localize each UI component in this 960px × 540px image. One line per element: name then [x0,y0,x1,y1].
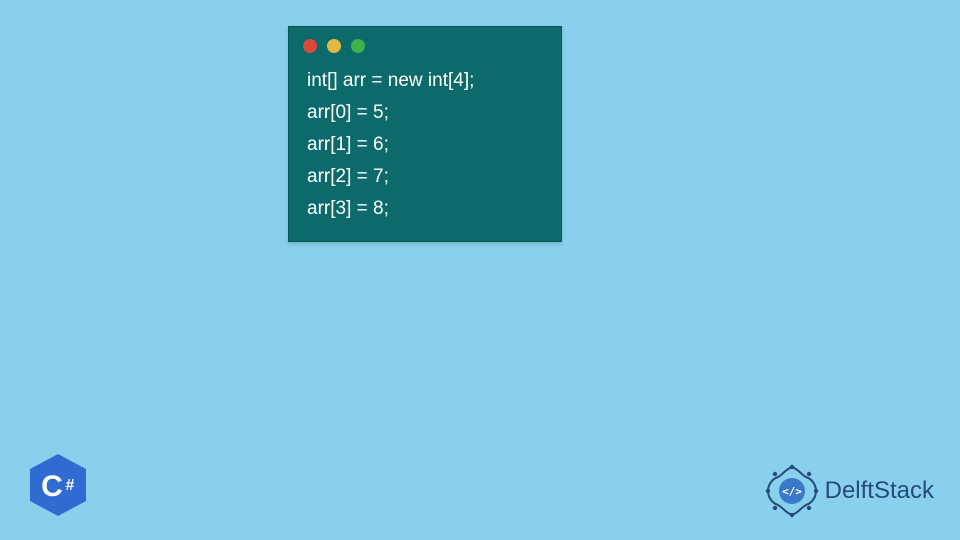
delftstack-logo: </> DelftStack [765,464,934,518]
code-window: int[] arr = new int[4]; arr[0] = 5; arr[… [288,26,562,242]
code-line: arr[0] = 5; [307,97,543,129]
brand-name: DelftStack [825,477,934,505]
traffic-lights [289,27,561,59]
delftstack-emblem-icon: </> [765,464,819,518]
code-line: arr[2] = 7; [307,161,543,193]
badge-letter: C [41,470,63,503]
close-icon [303,39,317,53]
code-body: int[] arr = new int[4]; arr[0] = 5; arr[… [289,59,561,241]
minimize-icon [327,39,341,53]
code-line: int[] arr = new int[4]; [307,65,543,97]
csharp-badge-icon: C # [30,454,86,516]
badge-hash: # [66,477,75,494]
maximize-icon [351,39,365,53]
code-line: arr[1] = 6; [307,129,543,161]
code-line: arr[3] = 8; [307,193,543,225]
emblem-code-icon: </> [782,485,802,498]
